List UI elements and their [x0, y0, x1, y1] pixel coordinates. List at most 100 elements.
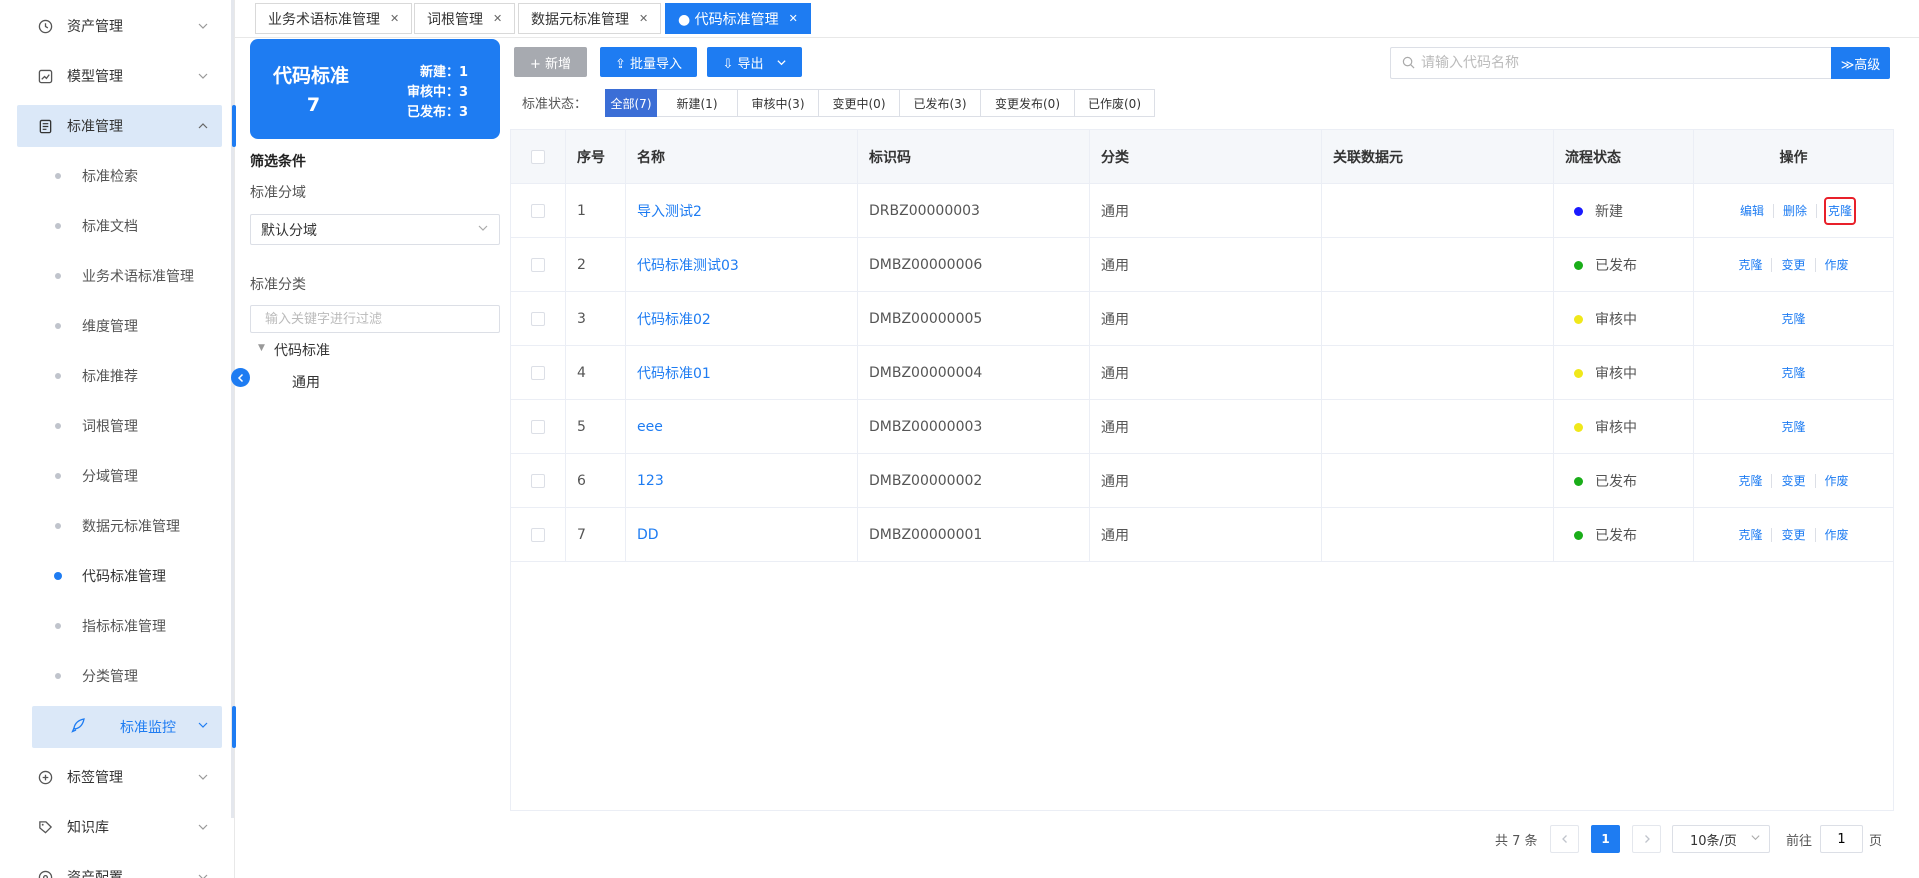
sidebar-subitem[interactable]: 标准推荐 — [0, 356, 222, 396]
page-number-button[interactable]: 1 — [1591, 825, 1620, 853]
cell-name-link[interactable]: 123 — [626, 454, 858, 508]
checkbox[interactable] — [531, 204, 545, 218]
status-tab-reviewing[interactable]: 审核中(3) — [738, 89, 819, 117]
row-action-button[interactable]: 克隆 — [1729, 258, 1773, 272]
status-tab-change-published[interactable]: 变更发布(0) — [981, 89, 1075, 117]
tree-node-child[interactable]: 通用 — [292, 372, 320, 392]
close-icon[interactable]: ✕ — [493, 12, 502, 25]
sidebar-subitem[interactable]: 分域管理 — [0, 456, 222, 496]
checkbox[interactable] — [531, 528, 545, 542]
tree-node-root[interactable]: 代码标准 — [274, 340, 330, 360]
row-action-button[interactable]: 变更 — [1772, 474, 1816, 488]
tab-business-term[interactable]: 业务术语标准管理 ✕ — [255, 3, 413, 34]
row-select-cell[interactable] — [511, 508, 566, 562]
advanced-search-button[interactable]: ≫高级 — [1831, 47, 1890, 79]
checkbox[interactable] — [531, 366, 545, 380]
sidebar-item-knowledge-base[interactable]: 知识库 — [0, 806, 222, 848]
status-text: 审核中 — [1595, 312, 1637, 328]
sidebar-subitem-current[interactable]: 代码标准管理 — [0, 556, 222, 596]
row-action-button[interactable]: 作废 — [1816, 528, 1858, 542]
close-icon[interactable]: ✕ — [390, 12, 399, 25]
status-tab-all[interactable]: 全部(7) — [605, 89, 657, 117]
sidebar-item-model-management[interactable]: 模型管理 — [0, 55, 222, 97]
sidebar-subitem[interactable]: 分类管理 — [0, 656, 222, 696]
goto-label: 前往 — [1786, 834, 1813, 849]
close-icon[interactable]: ✕ — [639, 12, 648, 25]
checkbox[interactable] — [531, 420, 545, 434]
checkbox[interactable] — [531, 312, 545, 326]
sidebar-subitem[interactable]: 业务术语标准管理 — [0, 256, 222, 296]
checkbox[interactable] — [531, 150, 545, 164]
chevron-down-icon — [197, 719, 209, 735]
row-action-button[interactable]: 克隆 — [1772, 366, 1814, 380]
tab-root-word[interactable]: 词根管理 ✕ — [414, 3, 516, 34]
status-tab-changing[interactable]: 变更中(0) — [819, 89, 900, 117]
sidebar-item-standard-monitor[interactable]: 标准监控 — [32, 706, 222, 748]
checkbox[interactable] — [531, 258, 545, 272]
sidebar-subitem[interactable]: 标准文档 — [0, 206, 222, 246]
tab-data-element[interactable]: 数据元标准管理 ✕ — [518, 3, 662, 34]
header-select-all[interactable] — [511, 130, 566, 184]
status-text: 审核中 — [1595, 366, 1637, 382]
cell-name-link[interactable]: eee — [626, 400, 858, 454]
chevron-left-icon — [1561, 835, 1567, 843]
page-size-select[interactable]: 10条/页 — [1672, 825, 1770, 853]
sidebar-item-tag-management[interactable]: 标签管理 — [0, 756, 222, 798]
search-input[interactable] — [1391, 48, 1831, 78]
close-icon[interactable]: ✕ — [789, 12, 798, 25]
sidebar-subitem[interactable]: 标准检索 — [0, 156, 222, 196]
row-select-cell[interactable] — [511, 184, 566, 238]
sidebar-item-asset-management[interactable]: 资产管理 — [0, 5, 222, 47]
add-button[interactable]: + 新增 — [514, 47, 587, 77]
row-action-button[interactable]: 变更 — [1772, 258, 1816, 272]
cell-name-link[interactable]: 代码标准01 — [626, 346, 858, 400]
batch-import-button[interactable]: ⇪ 批量导入 — [600, 47, 697, 77]
row-select-cell[interactable] — [511, 238, 566, 292]
caret-down-icon[interactable]: ▼ — [258, 343, 265, 353]
row-action-button[interactable]: 克隆 — [1772, 420, 1814, 434]
cell-status: 已发布 — [1554, 454, 1694, 508]
row-action-button[interactable]: 克隆 — [1729, 474, 1773, 488]
bullet-icon — [55, 323, 61, 329]
row-action-button[interactable]: 删除 — [1774, 204, 1817, 218]
sidebar-collapse-button[interactable] — [231, 368, 250, 387]
cell-no: 1 — [566, 184, 626, 238]
cell-name-link[interactable]: 代码标准02 — [626, 292, 858, 346]
sidebar-subitem[interactable]: 指标标准管理 — [0, 606, 222, 646]
row-action-button[interactable]: 克隆 — [1772, 312, 1814, 326]
row-action-button[interactable]: 作废 — [1816, 474, 1858, 488]
prev-page-button[interactable] — [1550, 825, 1579, 853]
row-select-cell[interactable] — [511, 346, 566, 400]
summary-stat-new: 新建：1 — [419, 65, 468, 80]
tab-label: 数据元标准管理 — [531, 11, 629, 28]
sidebar-subitem[interactable]: 词根管理 — [0, 406, 222, 446]
sidebar-subitem[interactable]: 维度管理 — [0, 306, 222, 346]
row-select-cell[interactable] — [511, 400, 566, 454]
cell-name-link[interactable]: 导入测试2 — [626, 184, 858, 238]
cell-no: 3 — [566, 292, 626, 346]
row-action-button[interactable]: 编辑 — [1731, 204, 1774, 218]
sidebar-item-standard-management[interactable]: 标准管理 — [17, 105, 222, 147]
status-tab-new[interactable]: 新建(1) — [657, 89, 738, 117]
cell-name-link[interactable]: 代码标准测试03 — [626, 238, 858, 292]
row-select-cell[interactable] — [511, 454, 566, 508]
sidebar-item-asset-config[interactable]: 资产配置 — [0, 856, 222, 878]
domain-select[interactable]: 默认分域 — [250, 214, 500, 245]
status-tab-abolished[interactable]: 已作废(0) — [1075, 89, 1155, 117]
status-tab-published[interactable]: 已发布(3) — [900, 89, 981, 117]
category-filter-input[interactable] — [250, 305, 500, 333]
row-select-cell[interactable] — [511, 292, 566, 346]
tab-code-standard[interactable]: ● 代码标准管理 ✕ — [665, 3, 811, 34]
export-button[interactable]: ⇩ 导出 — [707, 47, 802, 77]
checkbox[interactable] — [531, 474, 545, 488]
next-page-button[interactable] — [1632, 825, 1661, 853]
cell-status: 已发布 — [1554, 508, 1694, 562]
goto-page-input[interactable] — [1820, 825, 1863, 853]
cell-category: 通用 — [1090, 184, 1322, 238]
row-action-button[interactable]: 作废 — [1816, 258, 1858, 272]
row-action-button[interactable]: 变更 — [1772, 528, 1816, 542]
sidebar-subitem[interactable]: 数据元标准管理 — [0, 506, 222, 546]
row-action-button[interactable]: 克隆 — [1824, 197, 1857, 225]
cell-name-link[interactable]: DD — [626, 508, 858, 562]
row-action-button[interactable]: 克隆 — [1729, 528, 1773, 542]
